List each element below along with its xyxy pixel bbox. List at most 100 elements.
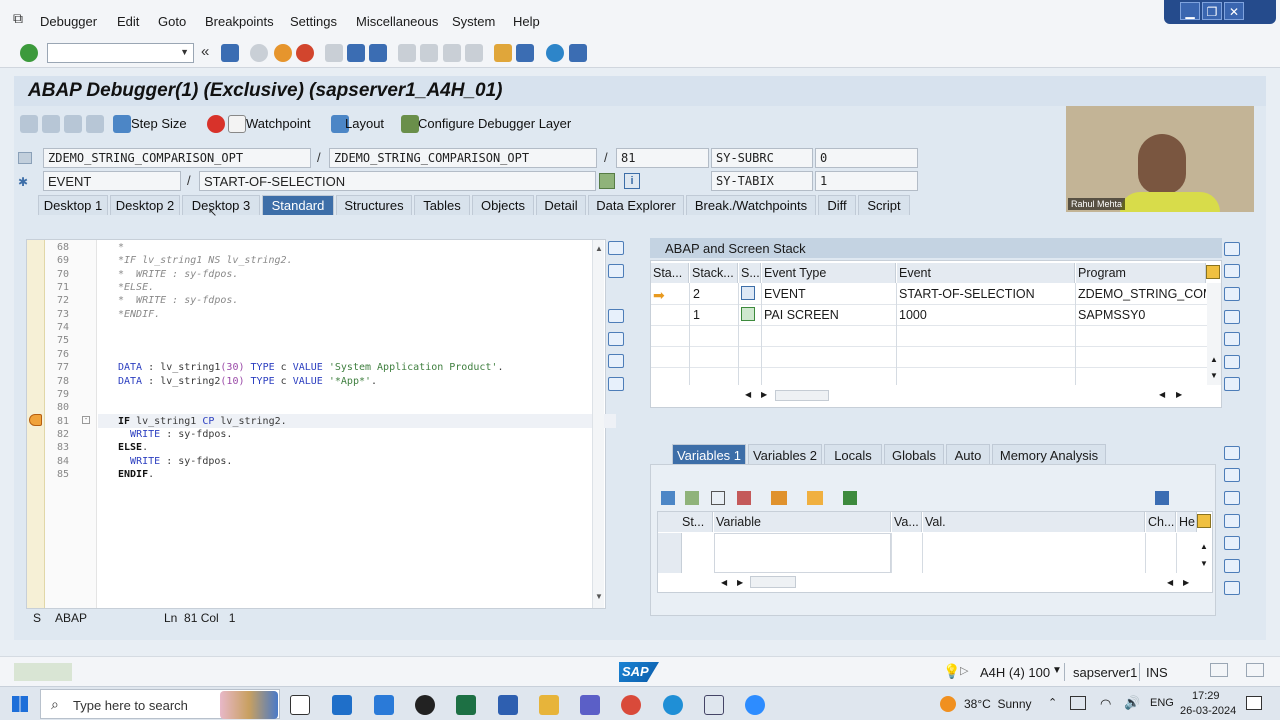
column-header[interactable]: St... [658,512,713,532]
event-name-field[interactable]: START-OF-SELECTION [199,171,596,191]
tab-locals[interactable]: Locals [824,444,882,465]
sap-menu-icon[interactable]: ⧉ [13,10,23,27]
weather-text[interactable]: 38°C Sunny [964,697,1032,711]
step-size-button[interactable]: Step Size [131,116,187,131]
column-header[interactable]: Event Type [762,263,896,283]
prev-arrows-icon[interactable]: « [201,43,209,60]
program-field[interactable]: ZDEMO_STRING_COMPARISON_OPT [43,148,311,168]
stop-icon[interactable] [207,115,225,133]
services-tool-icon[interactable] [1224,559,1240,573]
scroll-down-icon[interactable]: ▼ [1210,371,1218,380]
import-icon[interactable] [711,491,725,505]
column-header[interactable]: S... [739,263,761,283]
input-language[interactable]: ENG [1150,697,1174,709]
swap-tool-icon[interactable] [1224,536,1240,550]
settings-tool-icon[interactable] [608,377,624,391]
variable-input-cell[interactable] [714,533,891,573]
menu-help[interactable]: Help [513,14,540,29]
watchpoint-button[interactable]: Watchpoint [246,116,311,131]
previous-page-icon[interactable] [420,44,438,62]
menu-miscellaneous[interactable]: Miscellaneous [356,14,438,29]
close-button[interactable]: ✕ [1224,2,1244,20]
show-hidden-icons[interactable]: ⌃ [1048,696,1057,709]
shortcut-icon[interactable] [516,44,534,62]
watchpoint-icon[interactable] [228,115,246,133]
configure-icon[interactable] [401,115,419,133]
swap-tool-icon[interactable] [1224,514,1240,528]
clock-date[interactable]: 26-03-2024 [1180,705,1236,717]
zoom-icon[interactable] [745,695,765,715]
tab-script[interactable]: Script [858,195,910,215]
close-tool-icon[interactable] [1224,242,1240,256]
continue-icon[interactable] [86,115,104,133]
return-icon[interactable] [64,115,82,133]
line-field[interactable]: 81 [616,148,709,168]
swap-tool-icon[interactable] [608,332,624,346]
variable-row-selector[interactable] [658,533,682,573]
tab-desktop-1[interactable]: Desktop 1 [38,195,108,215]
stack-grid[interactable]: Sta... Stack... S... Event Type Event Pr… [650,260,1222,408]
store-icon[interactable] [332,695,352,715]
stack-vertical-scrollbar[interactable]: ▲ ▼ [1207,283,1221,385]
folder-icon[interactable] [843,491,857,505]
display-object-icon[interactable] [599,173,615,189]
sy-tabix-value[interactable]: 1 [815,171,918,191]
tab-desktop-3[interactable]: Desktop 3 [182,195,260,215]
maximize-tool-icon[interactable] [608,309,624,323]
new-tool-icon[interactable] [1224,468,1240,482]
services-tool-icon[interactable] [608,354,624,368]
sap-logon-icon[interactable] [498,695,518,715]
tab-standard[interactable]: Standard [262,195,334,215]
column-header[interactable]: Sta... [651,263,689,283]
single-step-icon[interactable] [20,115,38,133]
scroll-left-icon[interactable]: ◀ [1159,390,1165,399]
sy-subrc-value[interactable]: 0 [815,148,918,168]
column-header[interactable]: Stack... [690,263,738,283]
tab-data-explorer[interactable]: Data Explorer [588,195,684,215]
column-header[interactable]: Event [897,263,1075,283]
maximize-tool-icon[interactable] [1224,287,1240,301]
include-field[interactable]: ZDEMO_STRING_COMPARISON_OPT [329,148,597,168]
volume-icon[interactable]: 🔊 [1124,695,1140,711]
tab-globals[interactable]: Globals [884,444,944,465]
column-header[interactable]: Ch... [1146,512,1176,532]
services-tool-icon[interactable] [1224,355,1240,369]
column-layout-icon[interactable] [1197,514,1211,528]
network-icon[interactable] [1070,696,1086,710]
tab-auto[interactable]: Auto [946,444,990,465]
tab-variables-2[interactable]: Variables 2 [748,444,822,465]
transfer-icon[interactable] [807,491,823,505]
layout-menu-icon[interactable] [569,44,587,62]
tab-breakpoints-watchpoints[interactable]: Break./Watchpoints [686,195,816,215]
exit-icon[interactable] [274,44,292,62]
scroll-left-icon[interactable]: ◀ [745,390,751,399]
scroll-right-icon[interactable]: ▶ [761,390,767,399]
wifi-icon[interactable]: ◠ [1100,696,1111,712]
settings-tool-icon[interactable] [1224,377,1240,391]
enter-check-icon[interactable] [20,44,38,62]
scroll-left-icon[interactable]: ◀ [1167,578,1173,587]
command-field[interactable]: ▼ [47,43,194,63]
tab-tables[interactable]: Tables [414,195,470,215]
notification-icon[interactable] [1246,696,1262,710]
scroll-thumb[interactable] [750,576,796,588]
menu-breakpoints[interactable]: Breakpoints [205,14,274,29]
tab-diff[interactable]: Diff [818,195,856,215]
scroll-right-icon[interactable]: ▶ [1183,578,1189,587]
scroll-left-icon[interactable]: ◀ [721,578,727,587]
chrome-icon[interactable] [621,695,641,715]
close-tool-icon[interactable] [1224,446,1240,460]
scroll-up-icon[interactable]: ▲ [1200,542,1208,551]
configure-debugger-layer-button[interactable]: Configure Debugger Layer [418,116,571,131]
scroll-right-icon[interactable]: ▶ [737,578,743,587]
code-vertical-scrollbar[interactable]: ▲ ▼ [592,240,604,608]
task-view-icon[interactable] [290,695,310,715]
sap-gui-icon[interactable] [704,695,724,715]
event-type-field[interactable]: EVENT [43,171,181,191]
teams-icon[interactable] [580,695,600,715]
scroll-thumb[interactable] [775,390,829,401]
file-explorer-icon[interactable] [539,695,559,715]
menu-edit[interactable]: Edit [117,14,139,29]
find-next-icon[interactable] [369,44,387,62]
menu-settings[interactable]: Settings [290,14,337,29]
